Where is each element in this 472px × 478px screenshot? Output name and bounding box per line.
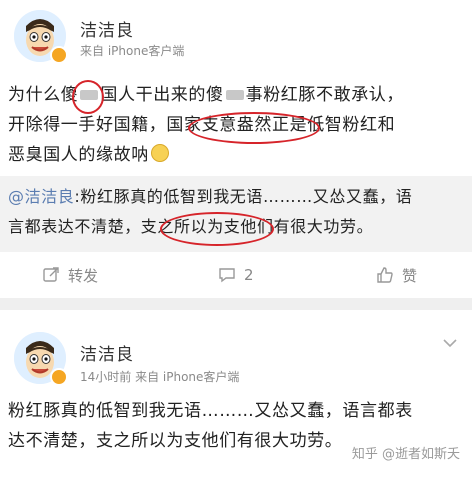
body-segment: 恶臭国人的缘故呐 <box>8 145 149 165</box>
username[interactable]: 洁洁良 <box>80 16 134 41</box>
repost-text: @洁洁良:粉红豚真的低智到我无语………又怂又蠢，语 言都表达不清楚，支之所以为支… <box>8 182 412 242</box>
post-body: 为什么傻 国人干出来的傻 事粉红豚不敢承认， 开除得一手好国籍，国家支意盎然正是低智… <box>8 80 404 170</box>
body-segment: 事粉红豚不敢承认， <box>245 85 405 105</box>
action-bar: 转发 2 赞 <box>0 252 472 298</box>
chevron-down-icon[interactable] <box>442 338 458 348</box>
censored-mark <box>225 90 244 100</box>
post-meta: 14小时前 来自 iPhone客户端 <box>80 370 240 384</box>
post-meta: 来自 iPhone客户端 <box>80 44 185 58</box>
smile-emoji-icon <box>150 144 169 162</box>
share-icon <box>43 267 59 282</box>
comment-icon <box>219 268 235 283</box>
like-label: 赞 <box>402 266 418 285</box>
weibo-post-original: 洁洁良 来自 iPhone客户端 为什么傻 国人干出来的傻 事粉红豚不敢承认， 开除… <box>0 0 472 300</box>
body-line: 达不清楚，支之所以为支他们有很大功劳。 <box>8 431 343 451</box>
repost-line: :粉红豚真的低智到我无语………又怂又蠢，语 <box>74 187 413 206</box>
feed-divider <box>0 298 472 310</box>
watermark: 知乎 @逝者如斯夭 <box>351 447 460 462</box>
repost-label: 转发 <box>68 266 99 285</box>
comment-button[interactable]: 2 <box>218 252 254 298</box>
mention-link[interactable]: @洁洁良 <box>8 187 74 206</box>
like-button[interactable]: 赞 <box>376 252 417 298</box>
thumbs-up-icon <box>377 267 393 283</box>
body-segment: 开除得一手好国籍，国家支意盎然正是低智粉红和 <box>8 115 396 135</box>
body-segment: 为什么傻 <box>8 85 79 105</box>
body-line: 粉红豚真的低智到我无语………又怂又蠢，语言都表 <box>8 401 413 421</box>
body-segment: 国人干出来的傻 <box>100 85 224 105</box>
screenshot-page: 洁洁良 来自 iPhone客户端 为什么傻 国人干出来的傻 事粉红豚不敢承认， 开除… <box>0 0 472 478</box>
username[interactable]: 洁洁良 <box>80 340 134 365</box>
censored-mark <box>80 90 99 100</box>
repost-line: 言都表达不清楚，支之所以为支他们有很大功劳。 <box>8 217 374 236</box>
verified-badge-icon <box>50 368 68 386</box>
comment-count: 2 <box>244 266 254 284</box>
repost-quote[interactable]: @洁洁良:粉红豚真的低智到我无语………又怂又蠢，语 言都表达不清楚，支之所以为支… <box>0 176 472 252</box>
repost-button[interactable]: 转发 <box>42 252 98 298</box>
verified-badge-icon <box>50 46 68 64</box>
